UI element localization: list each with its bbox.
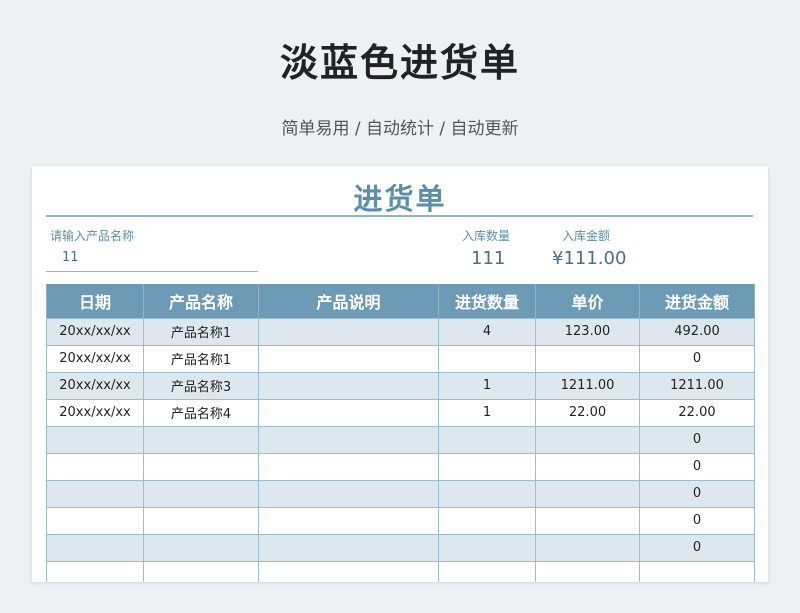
product-search-input[interactable]: 11	[62, 250, 79, 265]
cell-product-name[interactable]: 产品名称1	[143, 344, 259, 373]
cell-unit-price[interactable]: 123.00	[535, 317, 640, 346]
cell-product-name[interactable]	[143, 479, 259, 508]
cell-product-name[interactable]: 产品名称1	[143, 317, 259, 346]
cell-date[interactable]	[46, 560, 144, 582]
purchase-order-sheet: 进货单 请输入产品名称 11 入库数量 111 入库金额 ¥111.00 日期 …	[32, 166, 768, 582]
cell-quantity[interactable]	[438, 533, 536, 562]
header-unit-price: 单价	[535, 284, 640, 318]
table-row	[46, 560, 755, 582]
cell-product-desc[interactable]	[258, 479, 439, 508]
header-date: 日期	[46, 284, 144, 318]
cell-product-desc[interactable]	[258, 398, 439, 427]
cell-amount[interactable]: 0	[639, 344, 755, 373]
cell-product-desc[interactable]	[258, 371, 439, 400]
cell-date[interactable]: 20xx/xx/xx	[46, 344, 144, 373]
cell-unit-price[interactable]	[535, 479, 640, 508]
cell-amount[interactable]: 0	[639, 425, 755, 454]
table-row: 20xx/xx/xx 产品名称4 1 22.00 22.00	[46, 398, 755, 427]
cell-quantity[interactable]	[438, 479, 536, 508]
cell-product-desc[interactable]	[258, 317, 439, 346]
cell-unit-price[interactable]: 1211.00	[535, 371, 640, 400]
cell-product-name[interactable]	[143, 560, 259, 582]
cell-amount[interactable]: 1211.00	[639, 371, 755, 400]
cell-unit-price[interactable]	[535, 344, 640, 373]
header-quantity: 进货数量	[438, 284, 536, 318]
cell-amount[interactable]: 0	[639, 506, 755, 535]
cell-date[interactable]	[46, 452, 144, 481]
cell-unit-price[interactable]	[535, 560, 640, 582]
cell-product-desc[interactable]	[258, 506, 439, 535]
table-row: 20xx/xx/xx 产品名称3 1 1211.00 1211.00	[46, 371, 755, 400]
cell-product-name[interactable]	[143, 506, 259, 535]
cell-quantity[interactable]: 4	[438, 317, 536, 346]
stock-qty-value: 111	[471, 248, 506, 269]
cell-product-desc[interactable]	[258, 560, 439, 582]
cell-amount[interactable]: 492.00	[639, 317, 755, 346]
cell-unit-price[interactable]	[535, 452, 640, 481]
cell-product-desc[interactable]	[258, 452, 439, 481]
table-row: 0	[46, 533, 755, 562]
cell-date[interactable]	[46, 533, 144, 562]
header-product-desc: 产品说明	[258, 284, 439, 318]
cell-unit-price[interactable]	[535, 533, 640, 562]
cell-date[interactable]: 20xx/xx/xx	[46, 398, 144, 427]
search-label: 请输入产品名称	[50, 229, 135, 243]
cell-date[interactable]	[46, 425, 144, 454]
cell-date[interactable]	[46, 479, 144, 508]
cell-quantity[interactable]	[438, 560, 536, 582]
cell-product-name[interactable]	[143, 452, 259, 481]
header-product-name: 产品名称	[143, 284, 259, 318]
stock-amount-label: 入库金额	[562, 229, 611, 243]
table-header-row: 日期 产品名称 产品说明 进货数量 单价 进货金额	[46, 284, 755, 318]
cell-amount[interactable]: 0	[639, 452, 755, 481]
title-divider	[46, 215, 753, 217]
purchase-table: 日期 产品名称 产品说明 进货数量 单价 进货金额 20xx/xx/xx 产品名…	[46, 284, 755, 582]
cell-quantity[interactable]	[438, 452, 536, 481]
header-amount: 进货金额	[639, 284, 755, 318]
table-row: 20xx/xx/xx 产品名称1 4 123.00 492.00	[46, 317, 755, 346]
cell-unit-price[interactable]: 22.00	[535, 398, 640, 427]
search-input-underline	[46, 271, 258, 272]
stock-amount-value: ¥111.00	[552, 248, 627, 269]
cell-quantity[interactable]	[438, 344, 536, 373]
cell-unit-price[interactable]	[535, 425, 640, 454]
page-subtitle: 简单易用 / 自动统计 / 自动更新	[281, 119, 519, 139]
table-row: 0	[46, 506, 755, 535]
cell-product-name[interactable]	[143, 533, 259, 562]
table-row: 20xx/xx/xx 产品名称1 0	[46, 344, 755, 373]
cell-product-name[interactable]: 产品名称3	[143, 371, 259, 400]
cell-product-desc[interactable]	[258, 344, 439, 373]
cell-product-desc[interactable]	[258, 533, 439, 562]
cell-product-desc[interactable]	[258, 425, 439, 454]
table-row: 0	[46, 479, 755, 508]
cell-quantity[interactable]	[438, 506, 536, 535]
table-row: 0	[46, 452, 755, 481]
cell-quantity[interactable]	[438, 425, 536, 454]
cell-amount[interactable]: 22.00	[639, 398, 755, 427]
cell-amount[interactable]	[639, 560, 755, 582]
cell-date[interactable]	[46, 506, 144, 535]
cell-date[interactable]: 20xx/xx/xx	[46, 317, 144, 346]
cell-date[interactable]: 20xx/xx/xx	[46, 371, 144, 400]
page-title: 淡蓝色进货单	[279, 41, 520, 85]
cell-product-name[interactable]: 产品名称4	[143, 398, 259, 427]
cell-unit-price[interactable]	[535, 506, 640, 535]
cell-quantity[interactable]: 1	[438, 371, 536, 400]
cell-amount[interactable]: 0	[639, 533, 755, 562]
table-row: 0	[46, 425, 755, 454]
sheet-title: 进货单	[353, 182, 447, 216]
cell-quantity[interactable]: 1	[438, 398, 536, 427]
cell-product-name[interactable]	[143, 425, 259, 454]
cell-amount[interactable]: 0	[639, 479, 755, 508]
stock-qty-label: 入库数量	[462, 229, 511, 243]
